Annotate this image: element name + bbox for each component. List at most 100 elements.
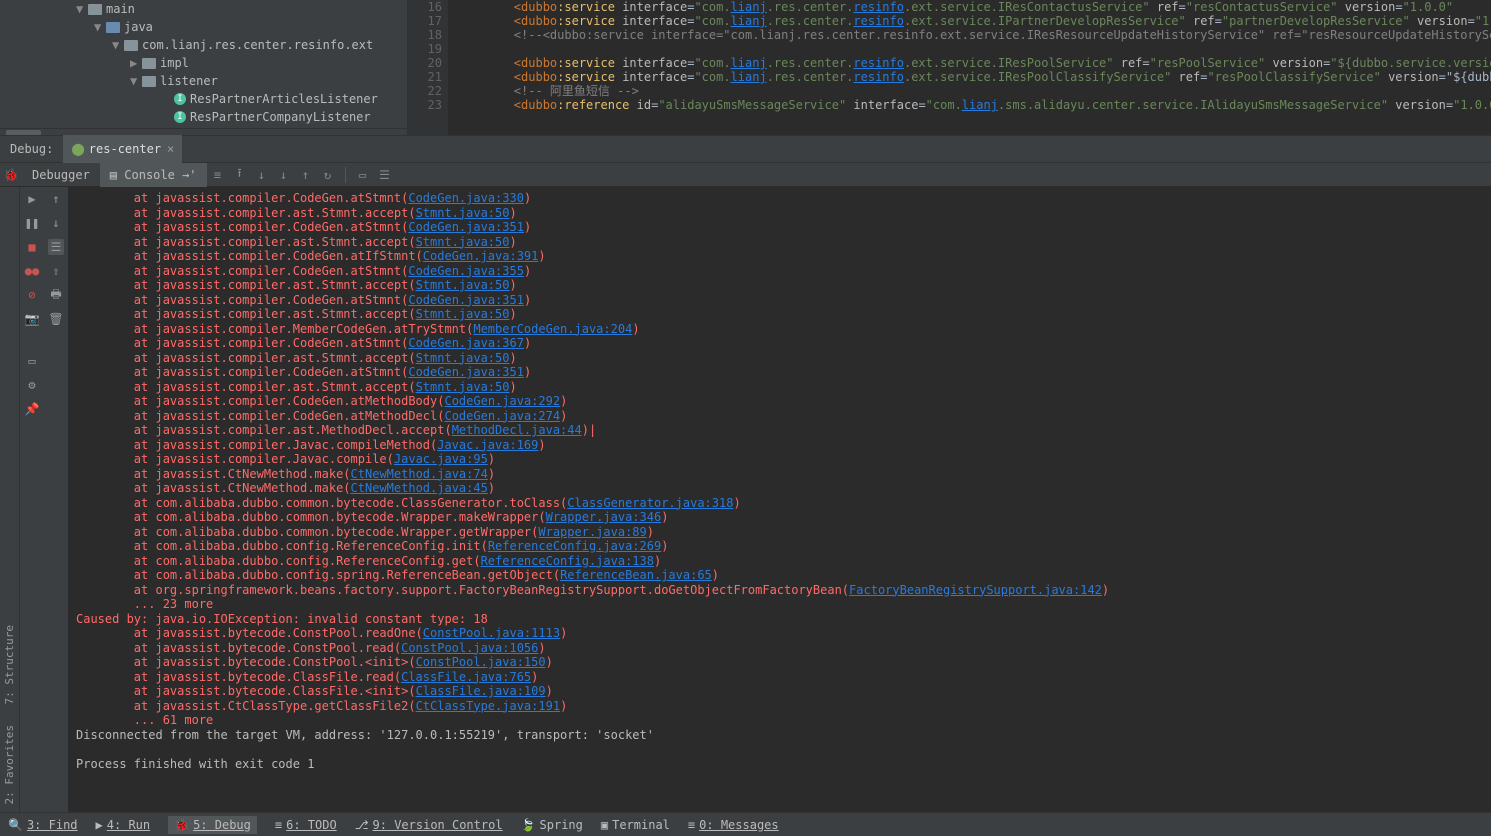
stacktrace-link[interactable]: ConstPool.java:1113 <box>423 626 560 640</box>
stacktrace-link[interactable]: CodeGen.java:351 <box>408 293 524 307</box>
tree-arrow-icon[interactable]: ▼ <box>76 2 86 16</box>
toolbar-icon-5[interactable]: ↑ <box>295 164 317 186</box>
tree-arrow-icon[interactable]: ▼ <box>130 74 140 88</box>
tree-item[interactable]: ▼java <box>0 18 407 36</box>
toolbar-icon-4[interactable]: ↓ <box>273 164 295 186</box>
stacktrace-link[interactable]: Javac.java:169 <box>437 438 538 452</box>
stacktrace-link[interactable]: Stmnt.java:50 <box>416 307 510 321</box>
stacktrace-link[interactable]: ClassGenerator.java:318 <box>567 496 733 510</box>
console-tab[interactable]: ▤ Console →' <box>100 163 207 187</box>
stacktrace-link[interactable]: Stmnt.java:50 <box>416 278 510 292</box>
toolbar-icon-3[interactable]: ↓ <box>251 164 273 186</box>
stacktrace-link[interactable]: CtNewMethod.java:45 <box>351 481 488 495</box>
stacktrace-link[interactable]: Stmnt.java:50 <box>416 235 510 249</box>
debugger-tab[interactable]: Debugger <box>22 163 100 187</box>
todo-tool[interactable]: ≡ 6: TODO <box>275 818 337 832</box>
toolbar-icon-2[interactable]: ⭱ <box>229 164 251 186</box>
bug-icon[interactable]: 🐞 <box>0 164 22 186</box>
tree-item[interactable]: ▼listener <box>0 72 407 90</box>
stacktrace-link[interactable]: ReferenceBean.java:65 <box>560 568 712 582</box>
stacktrace-link[interactable]: Javac.java:95 <box>394 452 488 466</box>
stacktrace-link[interactable]: ClassFile.java:109 <box>416 684 546 698</box>
structure-tool[interactable]: 7: Structure <box>3 625 16 704</box>
stacktrace-link[interactable]: ReferenceConfig.java:269 <box>488 539 661 553</box>
tree-label: main <box>106 2 135 16</box>
print-icon[interactable]: 🖶 <box>48 287 64 303</box>
pause-icon[interactable]: ❚❚ <box>24 215 40 231</box>
stacktrace-link[interactable]: ReferenceConfig.java:138 <box>481 554 654 568</box>
debug-left-actions: ▶ ❚❚ ■ ●● ⊘ 📷 ▭ ⚙ 📌 <box>20 187 44 812</box>
interface-icon: I <box>174 111 186 123</box>
stacktrace-link[interactable]: CodeGen.java:351 <box>408 220 524 234</box>
stacktrace-link[interactable]: CodeGen.java:391 <box>423 249 539 263</box>
down-stack-icon[interactable]: ↓ <box>48 215 64 231</box>
stacktrace-link[interactable]: Wrapper.java:89 <box>538 525 646 539</box>
stacktrace-link[interactable]: MethodDecl.java:44 <box>452 423 582 437</box>
export-icon[interactable]: ⇪ <box>48 263 64 279</box>
tree-arrow-icon[interactable]: ▼ <box>94 20 104 34</box>
vcs-tool[interactable]: ⎇ 9: Version Control <box>355 818 503 832</box>
debug-session-name: res-center <box>89 142 161 156</box>
stacktrace-link[interactable]: Wrapper.java:346 <box>546 510 662 524</box>
console-output[interactable]: at javassist.compiler.CodeGen.atStmnt(Co… <box>68 187 1491 812</box>
stacktrace-link[interactable]: CodeGen.java:355 <box>408 264 524 278</box>
layout-icon[interactable]: ▭ <box>24 353 40 369</box>
tree-item[interactable]: IResPartnerArticlesListener <box>0 90 407 108</box>
run-tool[interactable]: ▶ 4: Run <box>96 818 151 832</box>
pin-icon[interactable]: 📌 <box>24 401 40 417</box>
stacktrace-link[interactable]: CodeGen.java:274 <box>444 409 560 423</box>
run-icon: ⬤ <box>71 142 84 156</box>
run-label: 4: Run <box>107 818 150 832</box>
stacktrace-link[interactable]: CodeGen.java:330 <box>408 191 524 205</box>
trash-icon[interactable]: 🗑 <box>48 311 64 327</box>
stacktrace-link[interactable]: CodeGen.java:367 <box>408 336 524 350</box>
terminal-tool[interactable]: ▣ Terminal <box>601 818 670 832</box>
console-panel: at javassist.compiler.CodeGen.atStmnt(Co… <box>68 187 1491 812</box>
tree-hscrollbar[interactable] <box>0 128 407 135</box>
settings-icon[interactable]: ⚙ <box>24 377 40 393</box>
find-tool[interactable]: 🔍 3: Find <box>8 818 78 832</box>
tree-arrow-icon[interactable]: ▼ <box>112 38 122 52</box>
tree-label: impl <box>160 56 189 70</box>
stacktrace-link[interactable]: CodeGen.java:292 <box>444 394 560 408</box>
stacktrace-link[interactable]: ClassFile.java:765 <box>401 670 531 684</box>
stacktrace-link[interactable]: FactoryBeanRegistrySupport.java:142 <box>849 583 1102 597</box>
stacktrace-link[interactable]: Stmnt.java:50 <box>416 380 510 394</box>
spring-tool[interactable]: 🍃 Spring <box>521 818 583 832</box>
stacktrace-link[interactable]: ConstPool.java:1056 <box>401 641 538 655</box>
frames-icon[interactable]: ☰ <box>48 239 64 255</box>
stacktrace-link[interactable]: Stmnt.java:50 <box>416 351 510 365</box>
editor-code[interactable]: <dubbo:service interface="com.lianj.res.… <box>448 0 1491 135</box>
toolbar-icon-8[interactable]: ☰ <box>374 164 396 186</box>
mute-bp-icon[interactable]: ⊘ <box>24 287 40 303</box>
toolbar-icon-7[interactable]: ▭ <box>352 164 374 186</box>
debug-tool[interactable]: 🐞 5: Debug <box>168 816 257 834</box>
close-icon[interactable]: × <box>167 142 174 156</box>
stacktrace-link[interactable]: MemberCodeGen.java:204 <box>473 322 632 336</box>
favorites-tool[interactable]: 2: Favorites <box>3 725 16 804</box>
stacktrace-link[interactable]: CtClassType.java:191 <box>416 699 561 713</box>
stacktrace-link[interactable]: CtNewMethod.java:74 <box>351 467 488 481</box>
up-stack-icon[interactable]: ↑ <box>48 191 64 207</box>
camera-icon[interactable]: 📷 <box>24 311 40 327</box>
terminal-label: Terminal <box>612 818 670 832</box>
stacktrace-link[interactable]: CodeGen.java:351 <box>408 365 524 379</box>
tree-item[interactable]: ▼com.lianj.res.center.resinfo.ext <box>0 36 407 54</box>
project-tree[interactable]: ▼main▼java▼com.lianj.res.center.resinfo.… <box>0 0 408 135</box>
toolbar-icon-6[interactable]: ↻ <box>317 164 339 186</box>
code-editor[interactable]: 1617181920212223 <dubbo:service interfac… <box>408 0 1491 135</box>
resume-icon[interactable]: ▶ <box>24 191 40 207</box>
spring-label: Spring <box>540 818 583 832</box>
tree-arrow-icon[interactable]: ▶ <box>130 56 140 70</box>
messages-tool[interactable]: ≡ 0: Messages <box>688 818 779 832</box>
stop-icon[interactable]: ■ <box>24 239 40 255</box>
toolbar-icon-1[interactable]: ≡ <box>207 164 229 186</box>
tree-label: ResPartnerArticlesListener <box>190 92 378 106</box>
tree-item[interactable]: ▼ main <box>0 0 407 18</box>
tree-item[interactable]: ▶ impl <box>0 54 407 72</box>
stacktrace-link[interactable]: Stmnt.java:50 <box>416 206 510 220</box>
tree-item[interactable]: IResPartnerCompanyListener <box>0 108 407 126</box>
debug-session-tab[interactable]: ⬤ res-center × <box>63 135 182 163</box>
stacktrace-link[interactable]: ConstPool.java:150 <box>416 655 546 669</box>
breakpoints-icon[interactable]: ●● <box>24 263 40 279</box>
